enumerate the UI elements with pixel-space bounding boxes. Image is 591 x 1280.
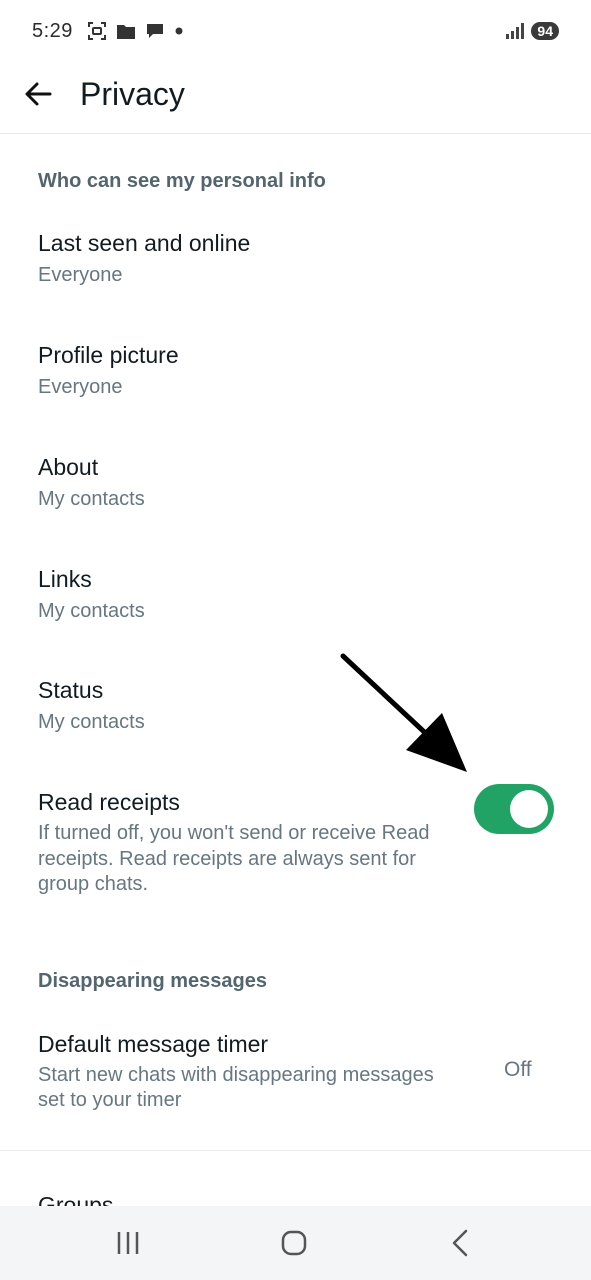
setting-description-line1: Start new chats with disappearing messag… — [38, 1064, 434, 1086]
setting-description-line3: group chats. — [38, 873, 149, 895]
setting-profile-picture[interactable]: Profile picture Everyone — [0, 327, 591, 427]
setting-title: Links — [38, 566, 92, 592]
default-timer-value: Off — [504, 1058, 532, 1081]
arrow-left-icon — [25, 82, 52, 106]
screenshot-icon — [87, 22, 106, 40]
app-bar: Privacy — [0, 62, 591, 134]
home-icon — [281, 1230, 307, 1256]
setting-links[interactable]: Links My contacts — [0, 551, 591, 651]
setting-value: My contacts — [38, 711, 145, 733]
setting-title: Status — [38, 677, 104, 703]
recent-apps-icon — [117, 1232, 139, 1254]
folder-icon — [116, 25, 135, 39]
setting-description-line2: set to your timer — [38, 1089, 182, 1111]
section-header-disappearing: Disappearing messages — [38, 970, 267, 992]
chat-bubble-icon — [146, 24, 163, 38]
setting-value: Everyone — [38, 376, 123, 398]
setting-description-line1: If turned off, you won't send or receive… — [38, 822, 430, 844]
setting-title: Profile picture — [38, 342, 179, 368]
setting-title: Last seen and online — [38, 230, 251, 256]
setting-default-message-timer[interactable]: Default message timer Start new chats wi… — [0, 1015, 591, 1125]
section-header-personal-info: Who can see my personal info — [38, 170, 326, 192]
setting-status[interactable]: Status My contacts — [0, 662, 591, 762]
annotation-arrow-icon — [340, 653, 467, 772]
navigation-bar — [0, 1206, 591, 1280]
setting-about[interactable]: About My contacts — [0, 439, 591, 539]
divider — [0, 1150, 591, 1151]
home-button[interactable] — [274, 1228, 314, 1260]
status-time: 5:29 — [32, 19, 73, 42]
status-right: 94 — [505, 22, 559, 40]
setting-value: Everyone — [38, 264, 123, 286]
page-title: Privacy — [80, 76, 185, 112]
nav-back-button[interactable] — [440, 1228, 480, 1260]
back-button[interactable] — [22, 78, 54, 110]
setting-last-seen[interactable]: Last seen and online Everyone — [0, 215, 591, 315]
battery-indicator: 94 — [531, 22, 559, 40]
status-bar: 5:29 94 — [0, 0, 591, 62]
setting-title: About — [38, 454, 99, 480]
read-receipts-toggle[interactable] — [474, 784, 554, 834]
setting-title: Read receipts — [38, 789, 180, 815]
setting-description-line2: receipts. Read receipts are always sent … — [38, 848, 416, 870]
setting-value: My contacts — [38, 488, 145, 510]
back-icon — [452, 1229, 468, 1257]
toggle-knob — [510, 790, 548, 828]
setting-title: Default message timer — [38, 1031, 269, 1057]
recent-apps-button[interactable] — [108, 1228, 148, 1260]
setting-value: My contacts — [38, 600, 145, 622]
signal-icon — [506, 23, 525, 39]
dot-icon — [175, 27, 183, 35]
status-icons — [87, 21, 184, 41]
